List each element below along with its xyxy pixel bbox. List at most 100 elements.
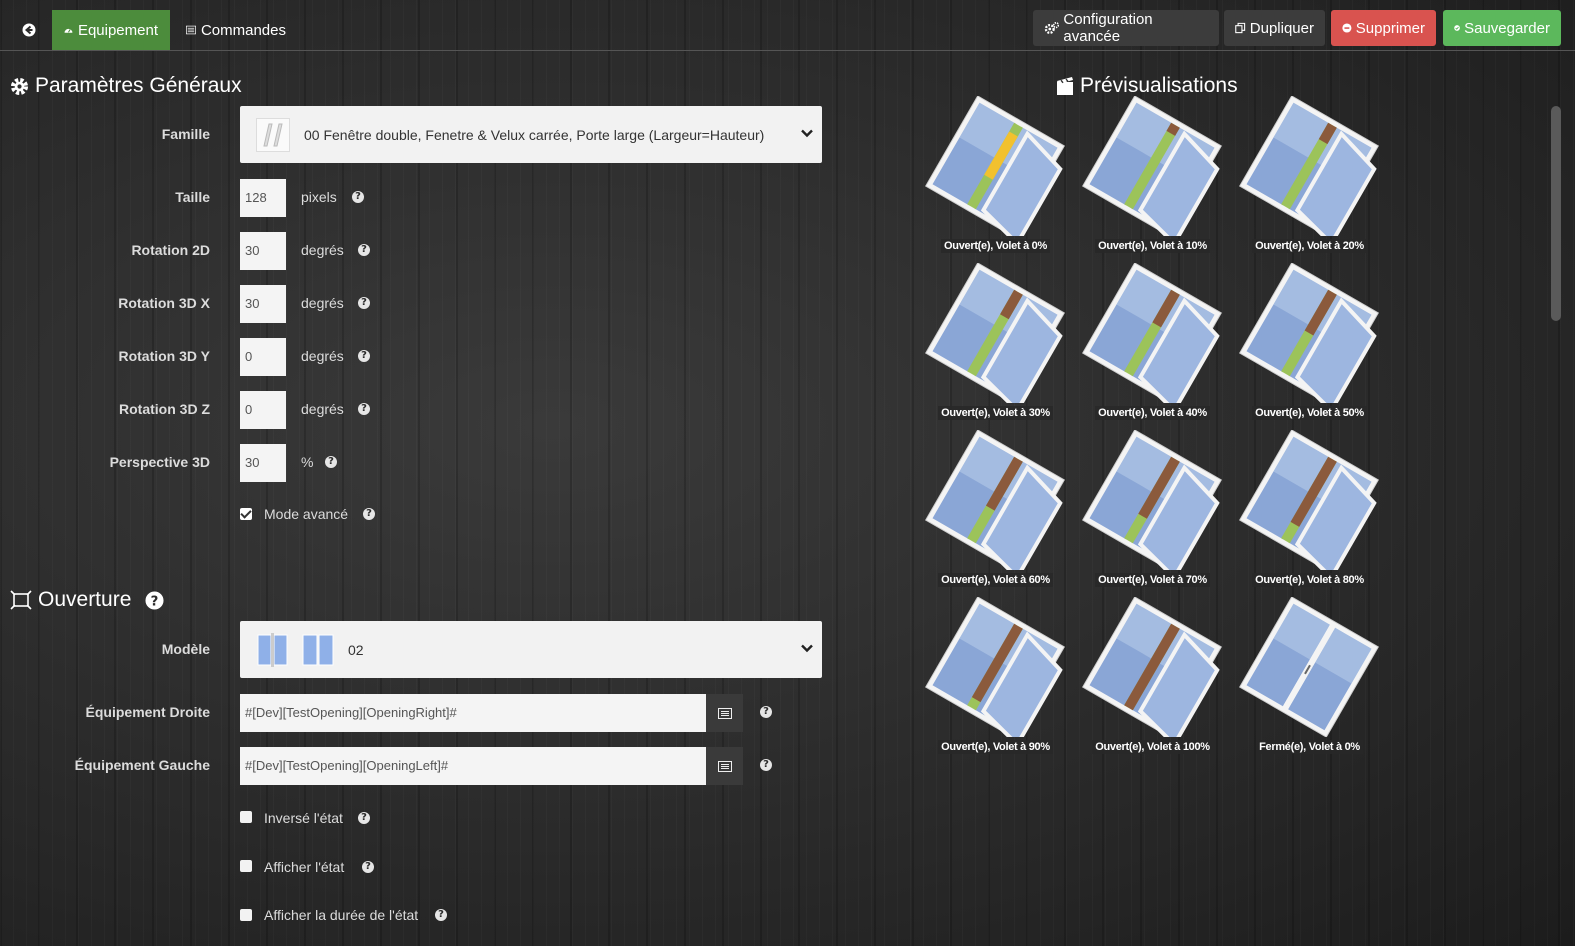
modele-select[interactable]: 02 — [240, 621, 822, 678]
afficher-etat-checkbox[interactable] — [240, 860, 252, 872]
preview-caption-text: Ouvert(e), Volet à 60% — [938, 573, 1053, 587]
tab-equipement[interactable]: Equipement — [52, 10, 170, 50]
window-preview-image — [1239, 430, 1379, 570]
section-title-general: Paramètres Généraux — [10, 74, 242, 98]
preview-caption: Ouvert(e), Volet à 70% — [1080, 573, 1225, 587]
help-icon[interactable]: ? — [352, 191, 364, 203]
rotation3dz-unit: degrés — [301, 401, 344, 417]
window-preview-image — [925, 430, 1065, 570]
help-icon[interactable]: ? — [435, 909, 447, 921]
window-preview-image — [1082, 96, 1222, 236]
save-button[interactable]: Sauvegarder — [1443, 10, 1561, 46]
back-button[interactable] — [14, 10, 48, 50]
famille-select[interactable]: 00 Fenêtre double, Fenetre & Velux carré… — [240, 106, 822, 163]
preview-caption-text: Ouvert(e), Volet à 20% — [1252, 239, 1367, 253]
rotation3dy-label: Rotation 3D Y — [118, 348, 210, 364]
modele-value: 02 — [348, 641, 364, 658]
famille-value: 00 Fenêtre double, Fenetre & Velux carré… — [304, 126, 765, 143]
preview-caption: Ouvert(e), Volet à 30% — [923, 406, 1068, 420]
help-icon[interactable]: ? — [358, 244, 370, 256]
inverse-checkbox[interactable] — [240, 811, 252, 823]
list-alt-icon — [717, 760, 732, 772]
help-icon[interactable]: ? — [325, 456, 337, 468]
check-circle-icon — [1454, 25, 1460, 31]
famille-thumbnail — [256, 117, 290, 152]
chevron-down-icon — [801, 129, 813, 138]
window-preview-image — [925, 96, 1065, 236]
minus-circle-icon — [1342, 23, 1352, 33]
famille-label: Famille — [161, 126, 210, 142]
section-title-previews: Prévisualisations — [1056, 74, 1238, 98]
rotation2d-unit: degrés — [301, 242, 344, 258]
preview-item: Ouvert(e), Volet à 80% — [1237, 430, 1382, 590]
list-alt-icon — [717, 707, 732, 719]
equip-droite-input[interactable]: #[Dev][TestOpening][OpeningRight]# — [240, 694, 706, 732]
svg-text:?: ? — [151, 594, 159, 609]
tab-commandes[interactable]: Commandes — [174, 10, 298, 50]
mode-avance-checkbox[interactable] — [240, 508, 252, 520]
preview-caption-text: Ouvert(e), Volet à 90% — [938, 740, 1053, 754]
rotation3dz-label: Rotation 3D Z — [119, 401, 210, 417]
help-icon[interactable]: ? — [362, 861, 374, 873]
equip-gauche-input[interactable]: #[Dev][TestOpening][OpeningLeft]# — [240, 747, 706, 785]
advanced-config-button[interactable]: Configuration avancée — [1033, 10, 1219, 46]
rotation3dz-input[interactable]: 0 — [240, 391, 286, 429]
rotation3dx-label: Rotation 3D X — [118, 295, 210, 311]
window-model-icon — [302, 634, 334, 665]
mode-avance-label: Mode avancé — [264, 506, 349, 522]
window-preview-image — [1239, 96, 1379, 236]
preview-caption-text: Ouvert(e), Volet à 70% — [1095, 573, 1210, 587]
top-bar: Equipement Commandes Configuration avanc… — [0, 0, 1575, 51]
preview-caption: Fermé(e), Volet à 0% — [1237, 740, 1382, 754]
tab-label: Equipement — [77, 21, 158, 39]
delete-button[interactable]: Supprimer — [1331, 10, 1436, 46]
preview-item: Ouvert(e), Volet à 0% — [923, 96, 1068, 256]
help-icon[interactable]: ? — [358, 297, 370, 309]
help-icon[interactable]: ? — [358, 403, 370, 415]
preview-item: Ouvert(e), Volet à 20% — [1237, 96, 1382, 256]
help-icon[interactable]: ? — [145, 590, 164, 610]
back-icon — [22, 23, 35, 37]
help-icon[interactable]: ? — [760, 706, 772, 718]
perspective-input[interactable]: 30 — [240, 444, 286, 482]
preview-caption-text: Ouvert(e), Volet à 50% — [1252, 406, 1367, 420]
taille-input[interactable]: 128 — [240, 179, 286, 217]
expand-icon — [10, 590, 32, 610]
preview-caption: Ouvert(e), Volet à 100% — [1080, 740, 1225, 754]
scrollbar[interactable] — [1551, 106, 1561, 321]
section-title-text: Ouverture — [38, 588, 132, 611]
help-icon[interactable]: ? — [760, 759, 772, 771]
taille-label: Taille — [175, 189, 210, 205]
preview-caption-text: Ouvert(e), Volet à 100% — [1092, 740, 1213, 754]
rotation3dx-input[interactable]: 30 — [240, 285, 286, 323]
modele-label: Modèle — [161, 641, 210, 657]
rotation3dx-unit: degrés — [301, 295, 344, 311]
preview-caption-text: Ouvert(e), Volet à 10% — [1095, 239, 1210, 253]
help-icon[interactable]: ? — [358, 350, 370, 362]
window-preview-image — [1239, 263, 1379, 403]
dashboard-icon — [64, 28, 73, 33]
rotation2d-label: Rotation 2D — [131, 242, 210, 258]
preview-caption-text: Ouvert(e), Volet à 0% — [941, 239, 1050, 253]
equip-droite-select-button[interactable] — [706, 694, 743, 732]
button-label: Sauvegarder — [1464, 19, 1550, 37]
section-title-text: Paramètres Généraux — [35, 74, 242, 97]
list-icon — [186, 25, 196, 35]
duplicate-button[interactable]: Dupliquer — [1224, 10, 1325, 46]
help-icon[interactable]: ? — [363, 508, 375, 520]
help-icon[interactable]: ? — [358, 812, 370, 824]
preview-item: Ouvert(e), Volet à 90% — [923, 597, 1068, 757]
equip-gauche-select-button[interactable] — [706, 747, 743, 785]
film-icon — [1057, 77, 1073, 95]
window-preview-image — [925, 263, 1065, 403]
preview-item: Ouvert(e), Volet à 70% — [1080, 430, 1225, 590]
rotation2d-input[interactable]: 30 — [240, 232, 286, 270]
section-title-text: Prévisualisations — [1080, 74, 1238, 97]
afficher-duree-checkbox[interactable] — [240, 909, 252, 921]
inverse-label: Inversé l'état — [264, 810, 343, 826]
button-label: Supprimer — [1355, 19, 1425, 37]
button-label: Configuration avancée — [1063, 11, 1153, 45]
preview-item: Ouvert(e), Volet à 100% — [1080, 597, 1225, 757]
rotation3dy-input[interactable]: 0 — [240, 338, 286, 376]
preview-caption: Ouvert(e), Volet à 10% — [1080, 239, 1225, 253]
